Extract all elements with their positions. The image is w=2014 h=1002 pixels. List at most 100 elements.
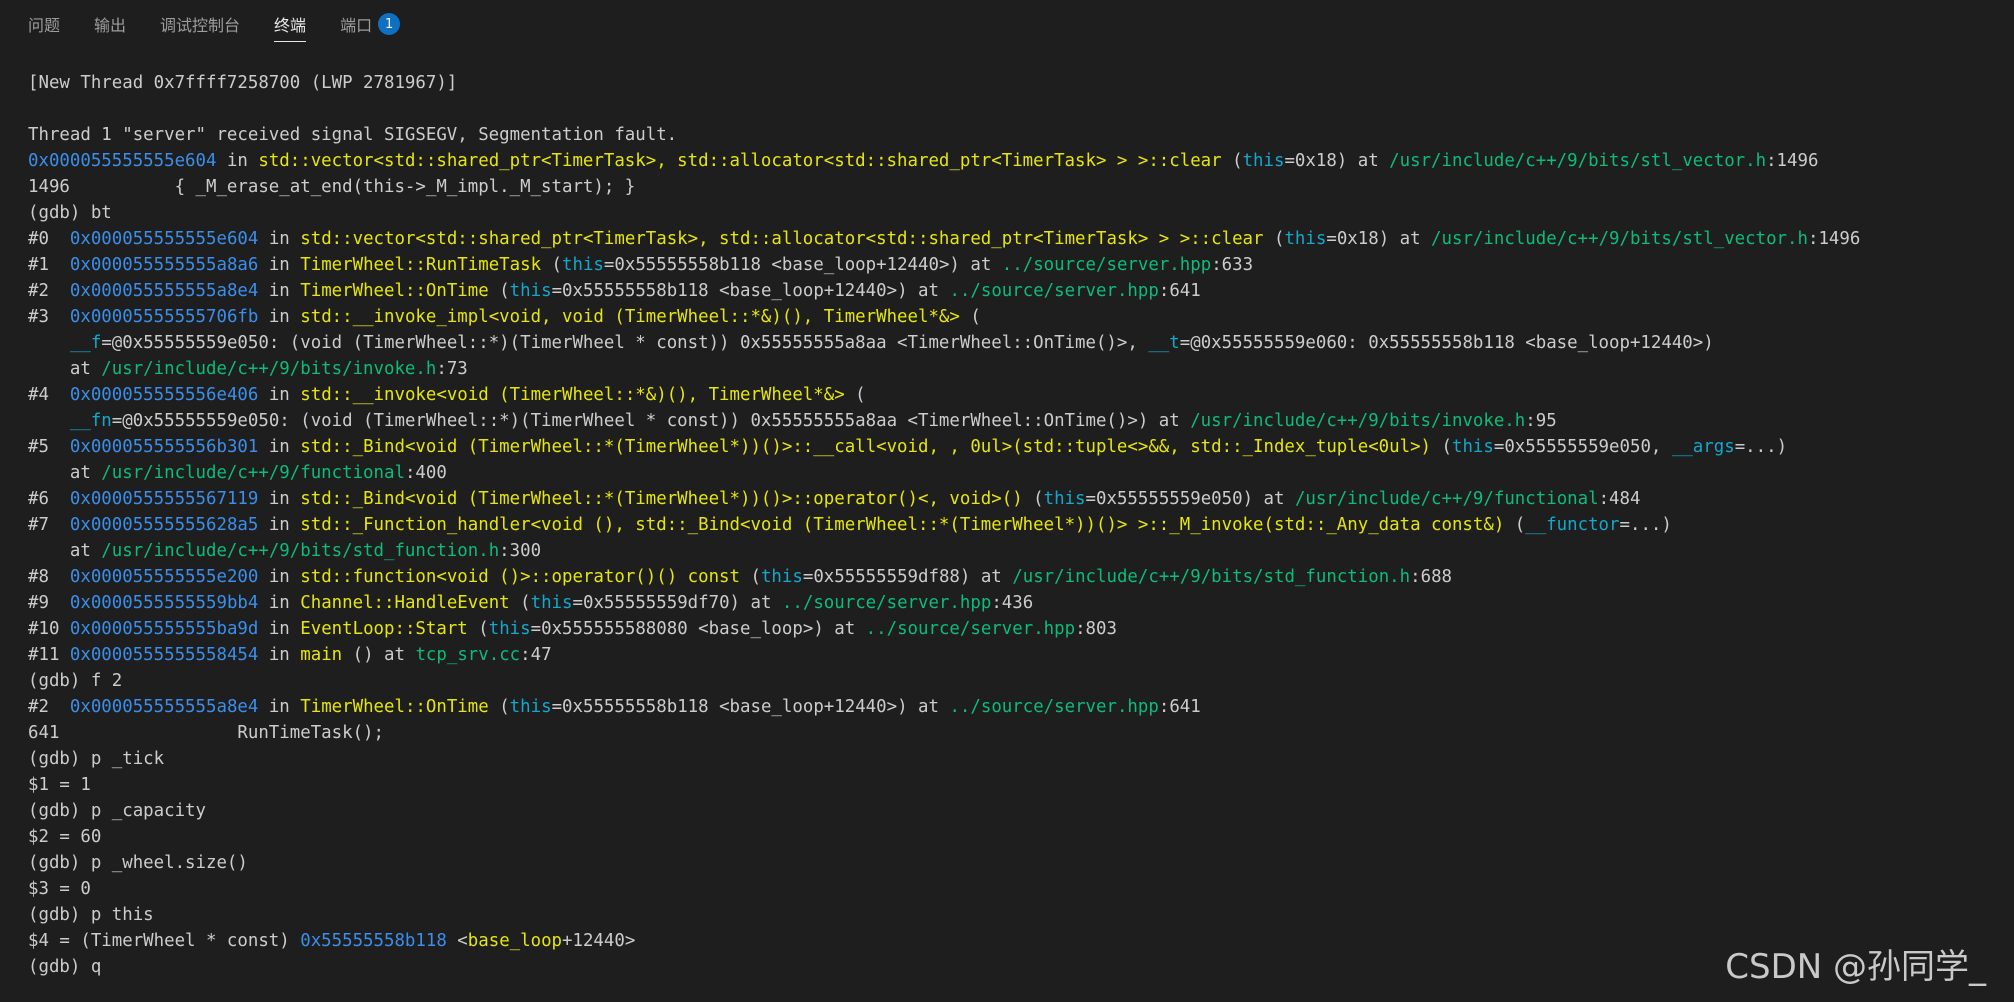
terminal-text: 641 RunTimeTask();	[28, 723, 384, 743]
terminal-text: #2	[28, 697, 70, 717]
terminal-arg-text: this	[509, 281, 552, 301]
terminal-text: :47	[520, 645, 552, 665]
terminal-text: :484	[1598, 489, 1641, 509]
terminal-line: $1 = 1	[28, 772, 2004, 798]
terminal-text: [New Thread 0x7ffff7258700 (LWP 2781967)…	[28, 73, 458, 93]
terminal-arg-text: this	[562, 255, 604, 275]
terminal-line: #1 0x000055555555a8a6 in TimerWheel::Run…	[28, 252, 2004, 278]
terminal-text: Thread 1 "server" received signal SIGSEG…	[28, 125, 678, 145]
terminal-text: :95	[1525, 411, 1557, 431]
terminal-text: =0x555555588080 <base_loop>) at	[530, 619, 866, 639]
terminal-line: $4 = (TimerWheel * const) 0x55555558b118…	[28, 928, 2004, 954]
terminal-text: #2	[28, 281, 70, 301]
watermark: CSDN @孙同学_	[1725, 947, 1986, 987]
ports-count-badge: 1	[378, 13, 401, 35]
tab-terminal[interactable]: 终端	[274, 12, 307, 42]
terminal-line: #5 0x000055555556b301 in std::_Bind<void…	[28, 434, 2004, 460]
terminal-arg-text: this	[488, 619, 531, 639]
terminal-text: (	[844, 385, 866, 405]
tab-label: 输出	[94, 16, 127, 35]
terminal-line: #4 0x000055555556e406 in std::__invoke<v…	[28, 382, 2004, 408]
terminal-path-text: /usr/include/c++/9/bits/std_function.h	[101, 541, 500, 561]
terminal-text: (gdb) bt	[28, 203, 112, 223]
tab-ports[interactable]: 端口 1	[340, 12, 401, 42]
terminal-arg-text: this	[1242, 151, 1285, 171]
terminal-text: in	[258, 697, 301, 717]
terminal-line: #10 0x000055555555ba9d in EventLoop::Sta…	[28, 616, 2004, 642]
terminal-line: #11 0x0000555555558454 in main () at tcp…	[28, 642, 2004, 668]
terminal-line: at /usr/include/c++/9/functional:400	[28, 460, 2004, 486]
terminal-func-text: std::_Bind<void (TimerWheel::*(TimerWhee…	[300, 489, 1023, 509]
terminal-line: 0x000055555555e604 in std::vector<std::s…	[28, 148, 2004, 174]
terminal-text: :641	[1158, 697, 1201, 717]
terminal-text: in	[258, 229, 301, 249]
terminal-path-text: /usr/include/c++/9/bits/stl_vector.h	[1389, 151, 1767, 171]
terminal-text: #1	[28, 255, 70, 275]
terminal-addr-text: 0x000055555555e200	[69, 567, 259, 587]
terminal-func-text: std::__invoke_impl<void, void (TimerWhee…	[300, 307, 960, 327]
terminal-text: =...)	[1619, 515, 1672, 535]
terminal-text: =0x55555558b118 <base_loop+12440>) at	[603, 255, 1002, 275]
terminal-line: (gdb) p _capacity	[28, 798, 2004, 824]
terminal-addr-text: 0x000055555556e406	[69, 385, 259, 405]
terminal-addr-text: 0x000055555555a8e4	[69, 697, 259, 717]
terminal-line: (gdb) p this	[28, 902, 2004, 928]
terminal-path-text: ../source/server.hpp	[949, 697, 1159, 717]
terminal-text: in	[258, 515, 301, 535]
terminal-text: (gdb) p this	[28, 905, 154, 925]
terminal-text: (	[1431, 437, 1452, 457]
terminal-arg-text: this	[530, 593, 573, 613]
terminal-addr-text: 0x000055555556b301	[69, 437, 259, 457]
terminal-arg-text: __t	[1148, 333, 1180, 353]
terminal-line: at /usr/include/c++/9/bits/std_function.…	[28, 538, 2004, 564]
tab-problems[interactable]: 问题	[28, 12, 60, 42]
terminal-text: in	[258, 619, 301, 639]
terminal-arg-text: this	[509, 697, 552, 717]
terminal-text: 1496 { _M_erase_at_end(this->_M_impl._M_…	[28, 177, 636, 197]
terminal-line: 1496 { _M_erase_at_end(this->_M_impl._M_…	[28, 174, 2004, 200]
terminal-text: =0x55555559df70) at	[572, 593, 782, 613]
terminal-path-text: tcp_srv.cc	[415, 645, 521, 665]
terminal-text: =0x55555559df88) at	[802, 567, 1013, 587]
terminal-text: (gdb) q	[28, 957, 102, 977]
terminal-line: $2 = 60	[28, 824, 2004, 850]
terminal-line: $3 = 0	[28, 876, 2004, 902]
terminal-output[interactable]: [New Thread 0x7ffff7258700 (LWP 2781967)…	[28, 70, 2004, 980]
terminal-text: :803	[1075, 619, 1117, 639]
terminal-line: (gdb) p _tick	[28, 746, 2004, 772]
terminal-text: #10	[28, 619, 70, 639]
terminal-arg-text: __f	[69, 333, 102, 353]
terminal-text: =0x18) at	[1326, 229, 1432, 249]
tab-output[interactable]: 输出	[94, 12, 126, 42]
terminal-addr-text: 0x000055555555a8a6	[69, 255, 259, 275]
terminal-arg-text: __args	[1671, 437, 1735, 457]
terminal-line: (gdb) p _wheel.size()	[28, 850, 2004, 876]
terminal-line: #2 0x000055555555a8e4 in TimerWheel::OnT…	[28, 278, 2004, 304]
terminal-func-text: Channel::HandleEvent	[300, 593, 510, 613]
tab-label: 终端	[274, 16, 307, 35]
terminal-func-text: EventLoop::Start	[300, 619, 468, 639]
terminal-addr-text: 0x0000555555559bb4	[69, 593, 259, 613]
terminal-func-text: main	[300, 645, 343, 665]
terminal-text: $4 = (TimerWheel * const)	[28, 931, 301, 951]
tab-label: 端口	[340, 16, 373, 35]
terminal-line: (gdb) f 2	[28, 668, 2004, 694]
terminal-func-text: std::__invoke<void (TimerWheel::*&)(), T…	[300, 385, 845, 405]
terminal-text: #3	[28, 307, 70, 327]
terminal-text: #8	[28, 567, 70, 587]
terminal-text: (	[541, 255, 563, 275]
terminal-addr-text: 0x000055555555ba9d	[69, 619, 259, 639]
terminal-func-text: std::vector<std::shared_ptr<TimerTask>, …	[258, 151, 1222, 171]
terminal-line: [New Thread 0x7ffff7258700 (LWP 2781967)…	[28, 70, 2004, 96]
terminal-text: =@0x55555559e050: (void (TimerWheel::*)(…	[101, 333, 1149, 353]
terminal-text: #0	[28, 229, 70, 249]
terminal-line: #0 0x000055555555e604 in std::vector<std…	[28, 226, 2004, 252]
tab-label: 问题	[28, 16, 61, 35]
terminal-text: in	[258, 255, 301, 275]
terminal-path-text: /usr/include/c++/9/bits/std_function.h	[1012, 567, 1411, 587]
terminal-text: :400	[404, 463, 447, 483]
terminal-text: :633	[1211, 255, 1254, 275]
tab-debug-console[interactable]: 调试控制台	[160, 12, 240, 42]
